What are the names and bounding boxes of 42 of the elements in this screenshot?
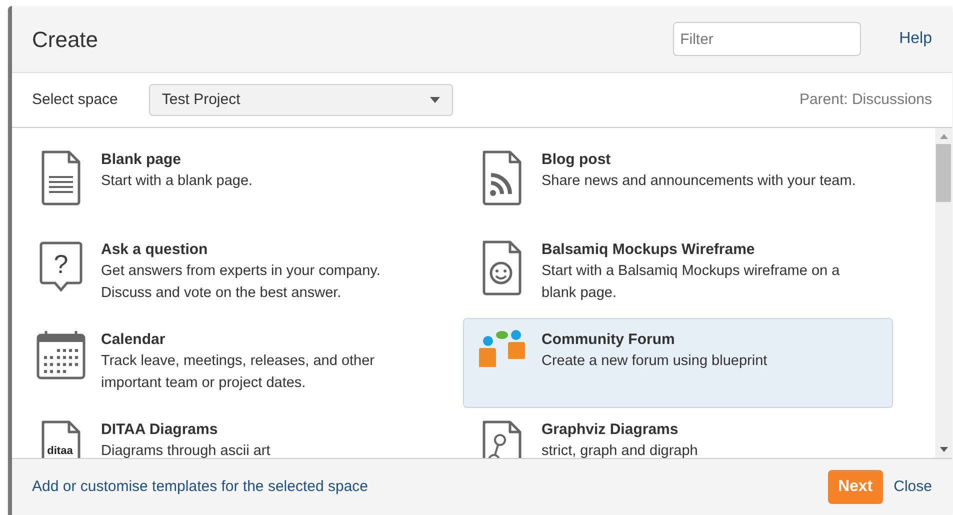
template-description: Start with a blank page. xyxy=(101,172,253,191)
rss-document-icon xyxy=(480,150,522,206)
parent-label: Parent: Discussions xyxy=(799,90,932,110)
document-icon xyxy=(40,150,82,206)
template-item[interactable]: ? Ask a question Get answers from experts in your company. Discuss and vote on the best answer. xyxy=(22,228,452,318)
smiley-document-icon xyxy=(480,240,522,296)
template-title: Balsamiq Mockups Wireframe xyxy=(542,240,756,260)
space-dropdown[interactable]: Test Project xyxy=(148,84,453,116)
template-description: Get answers from experts in your company. Discuss and vote on the best answer. xyxy=(101,262,382,303)
template-description: Track leave, meetings, releases, and other important team or project dates. xyxy=(101,352,376,393)
template-item[interactable]: Graphviz Diagrams strict, graph and digraph xyxy=(462,408,893,458)
scroll-down-icon[interactable] xyxy=(940,447,948,452)
caret-icon xyxy=(430,97,440,103)
template-item[interactable]: ditaa DITAA Diagrams Diagrams through ascii art xyxy=(22,408,452,458)
calendar-icon xyxy=(36,330,86,380)
template-title: Ask a question xyxy=(101,240,209,260)
template-item[interactable]: Blank page Start with a blank page. xyxy=(22,138,452,228)
template-item[interactable]: Balsamiq Mockups Wireframe Start with a Balsamiq Mockups wireframe on a blank page. xyxy=(462,228,893,318)
template-title: Blog post xyxy=(542,150,612,170)
template-description: strict, graph and digraph xyxy=(542,442,698,458)
dialog-title: Create xyxy=(32,26,98,54)
template-title: Community Forum xyxy=(542,330,676,350)
template-title: DITAA Diagrams xyxy=(101,420,219,440)
help-link[interactable]: Help xyxy=(899,27,932,51)
close-link[interactable]: Close xyxy=(894,476,932,498)
select-space-label: Select space xyxy=(32,90,118,110)
template-title: Graphviz Diagrams xyxy=(542,420,680,440)
template-description: Share news and announcements with your team. xyxy=(542,172,856,191)
filter-field[interactable]: Filter xyxy=(673,22,862,56)
template-title: Calendar xyxy=(101,330,166,350)
template-item[interactable]: Calendar Track leave, meetings, releases, and other important team or project dates. xyxy=(22,318,452,408)
template-item[interactable]: Blog post Share news and announcements with your team. xyxy=(462,138,893,228)
template-item[interactable]: Community Forum Create a new forum using blueprint xyxy=(462,318,893,408)
scrollbar-thumb[interactable] xyxy=(936,144,951,202)
template-description: Diagrams through ascii art xyxy=(101,442,270,458)
template-description: Start with a Balsamiq Mockups wireframe on a blank page. xyxy=(542,262,841,303)
customise-templates-link[interactable]: Add or customise templates for the selected space xyxy=(32,476,368,498)
template-title: Blank page xyxy=(101,150,182,170)
scroll-up-icon[interactable] xyxy=(940,134,948,139)
people-chat-icon xyxy=(478,330,526,370)
scrollbar[interactable] xyxy=(935,128,952,458)
template-description: Create a new forum using blueprint xyxy=(542,352,768,371)
